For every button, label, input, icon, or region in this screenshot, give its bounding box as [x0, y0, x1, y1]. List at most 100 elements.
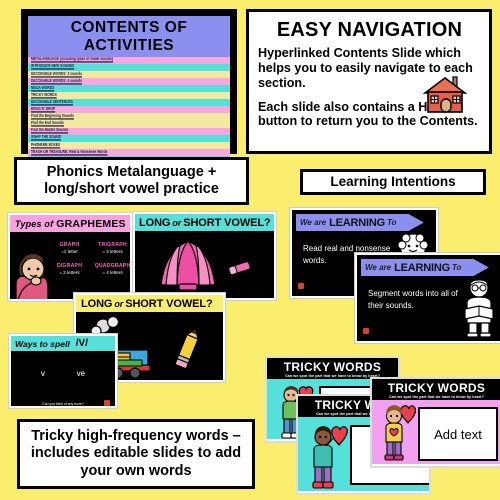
contents-row-label: NINJA WORDS [31, 85, 55, 91]
tricky-body-3: Add text [372, 400, 500, 464]
contents-title: CONTENTS OF ACTIVITIES [28, 16, 230, 57]
contents-row[interactable]: DRAG N' DROP [28, 106, 230, 114]
vowel-train-header-left: LONG [81, 297, 113, 310]
contents-row-label: SWAP THE SOUND [31, 134, 61, 140]
grapheme-definition: = 4 letters [102, 270, 123, 275]
contents-row-label: METALANGUAGE (including types of vowel s… [31, 56, 113, 62]
vowel-shell-header-right: SHORT VOWEL? [183, 216, 271, 229]
contents-row[interactable]: PHONEME BOXES [28, 141, 230, 149]
spelling-option: v [40, 369, 45, 378]
grapheme-name: QUADGRAPH [94, 263, 131, 269]
contents-row[interactable]: Find the End Sounds [28, 120, 230, 128]
easy-navigation-panel: EASY NAVIGATION Hyperlinked Contents Sli… [246, 9, 492, 154]
vowel-shell-body [135, 231, 274, 298]
contents-row-label: Find the Middle Sounds [31, 127, 69, 133]
learning-intention-slide-2[interactable]: We are LEARNING To Segment words into al… [355, 253, 500, 343]
graphemes-body: GRAPH =1 letter TRIGRAPH = 3 letters DIGRAPH… [10, 232, 131, 299]
home-button-icon[interactable] [104, 400, 110, 406]
tricky-title-1: TRICKY WORDS [283, 360, 382, 374]
types-of-graphemes-slide[interactable]: Types of GRAPHEMES GRAPH =1 letter TRIGRAP… [8, 213, 132, 301]
grapheme-name: TRIGRAPH [98, 242, 127, 248]
grapheme-item: GRAPH =1 letter [50, 242, 89, 254]
contents-row-label: DECODABLE WORDS: 3 sounds [31, 70, 82, 76]
contents-row-label: DRAG N' DROP [31, 106, 56, 112]
walt-we-are-2: We are [365, 263, 392, 272]
contents-row-label: PHONEME BOXES [31, 141, 61, 147]
easy-navigation-title: EASY NAVIGATION [276, 19, 463, 41]
long-or-short-vowel-shell-slide[interactable]: LONG or SHORT VOWEL? [133, 212, 276, 300]
grapheme-definition: = 2 letters [59, 270, 80, 275]
ways-to-spell-slide[interactable]: Ways to spell /V/ v ve Can you think of a… [9, 334, 117, 408]
girl-thinking-icon [15, 254, 49, 299]
eraser-icon [228, 261, 251, 275]
slide-preview-collage: CONTENTS OF ACTIVITIES METALANGUAGE (inc… [0, 0, 500, 500]
contents-row[interactable]: METALANGUAGE (including types of vowel s… [28, 56, 230, 64]
contents-row[interactable]: TRASH OR TREASURE: Real & Nonsense Words [28, 148, 230, 156]
walt-we-are-1: We are [300, 218, 327, 227]
pencil-icon [175, 328, 199, 369]
contents-row[interactable]: NINJA WORDS [28, 85, 230, 93]
contents-row-label: Find the Beginning Sounds [31, 113, 74, 119]
walt-text-2: Segment words into all of their sounds. [368, 289, 458, 311]
walt-banner-2: We are LEARNING To [361, 259, 489, 276]
vowel-shell-header-left: LONG [139, 216, 171, 229]
caption-learning-intentions: Learning Intentions [300, 169, 486, 195]
shell-icon [160, 240, 216, 291]
walt-banner-1: We are LEARNING To [296, 214, 424, 231]
grapheme-item: QUADGRAPH = 4 letters [93, 263, 131, 275]
caption-tricky-words: Tricky high-frequency words – includes e… [17, 419, 255, 489]
ways-to-spell-header: Ways to spell /V/ [11, 336, 115, 351]
contents-row-label: TRICKY WORDS [31, 92, 57, 98]
contents-row-list: METALANGUAGE (including types of vowel s… [28, 56, 230, 164]
vowel-shell-header-or: or [172, 217, 182, 228]
vowel-train-header-or: or [114, 298, 124, 309]
walt-learning-1: LEARNING [329, 216, 385, 229]
contents-row[interactable]: DECODABLE WORDS: 4 sounds [28, 77, 230, 85]
house-icon [423, 76, 467, 113]
grapheme-item: TRIGRAPH = 3 letters [93, 242, 130, 254]
vowel-train-header: LONG or SHORT VOWEL? [76, 295, 223, 312]
contents-row[interactable]: DECODABLE SENTENCES [28, 99, 230, 107]
ways-to-spell-options: v ve [11, 351, 115, 378]
tricky-subtitle-3: Can we spot the part that we have to kno… [389, 395, 484, 399]
grapheme-name: GRAPH [59, 242, 80, 248]
contents-of-activities-slide[interactable]: CONTENTS OF ACTIVITIES METALANGUAGE (inc… [21, 9, 237, 164]
home-button-icon[interactable] [298, 283, 304, 289]
contents-row-label: DECODABLE SENTENCES [31, 99, 73, 105]
contents-row[interactable]: INTRODUCE NEW SOUNDS [28, 63, 230, 71]
contents-slide-inner: CONTENTS OF ACTIVITIES METALANGUAGE (inc… [28, 16, 230, 164]
kid-with-heart-balloon-icon [384, 405, 416, 461]
spelling-option: ve [76, 369, 86, 378]
contents-row[interactable]: DECODABLE WORDS: 3 sounds [28, 70, 230, 78]
ways-to-spell-body: v ve Can you think of any more? [11, 351, 115, 406]
home-button-icon[interactable] [363, 328, 369, 334]
contents-row-label: Find the End Sounds [31, 120, 64, 126]
ways-to-spell-sound: /V/ [75, 338, 88, 349]
reader-figure-icon [464, 279, 494, 337]
contents-row[interactable]: TRICKY WORDS [28, 92, 230, 100]
contents-row-label: INTRODUCE NEW SOUNDS [31, 63, 75, 69]
contents-row-label: TRASH OR TREASURE: Real & Nonsense Words [31, 148, 108, 154]
caption-phonics-metalanguage: Phonics Metalanguage + long/short vowel … [14, 157, 249, 205]
contents-row-label: DECODABLE WORDS: 4 sounds [31, 77, 82, 83]
graphemes-definition-grid: GRAPH =1 letter TRIGRAPH = 3 letters DIGRAPH… [50, 242, 131, 275]
kid-with-heart-balloon-icon [312, 426, 348, 489]
contents-row[interactable]: Find the Beginning Sounds [28, 113, 230, 121]
graphemes-header: Types of GRAPHEMES [10, 215, 130, 232]
contents-row[interactable]: Find the Middle Sounds [28, 127, 230, 135]
grapheme-item: DIGRAPH = 2 letters [50, 263, 89, 275]
vowel-train-header-right: SHORT VOWEL? [125, 297, 213, 310]
graphemes-header-main: GRAPHEMES [56, 217, 126, 230]
tricky-header-3: TRICKY WORDS Can we spot the part that w… [372, 379, 500, 400]
grapheme-name: DIGRAPH [56, 263, 83, 269]
walt-to-2: To [451, 263, 462, 272]
grapheme-definition: = 3 letters [102, 249, 123, 254]
tricky-header-1: TRICKY WORDS Can we spot the part that w… [267, 358, 398, 379]
ways-to-spell-note: Can you think of any more? [42, 402, 84, 406]
tricky-word-box-3: Add text [418, 407, 498, 461]
graphemes-header-script: Types of [15, 218, 54, 229]
contents-row[interactable]: SWAP THE SOUND [28, 134, 230, 142]
walt-learning-2: LEARNING [394, 261, 450, 274]
walt-to-1: To [386, 218, 397, 227]
tricky-words-slide-editable[interactable]: TRICKY WORDS Can we spot the part that w… [370, 377, 500, 468]
